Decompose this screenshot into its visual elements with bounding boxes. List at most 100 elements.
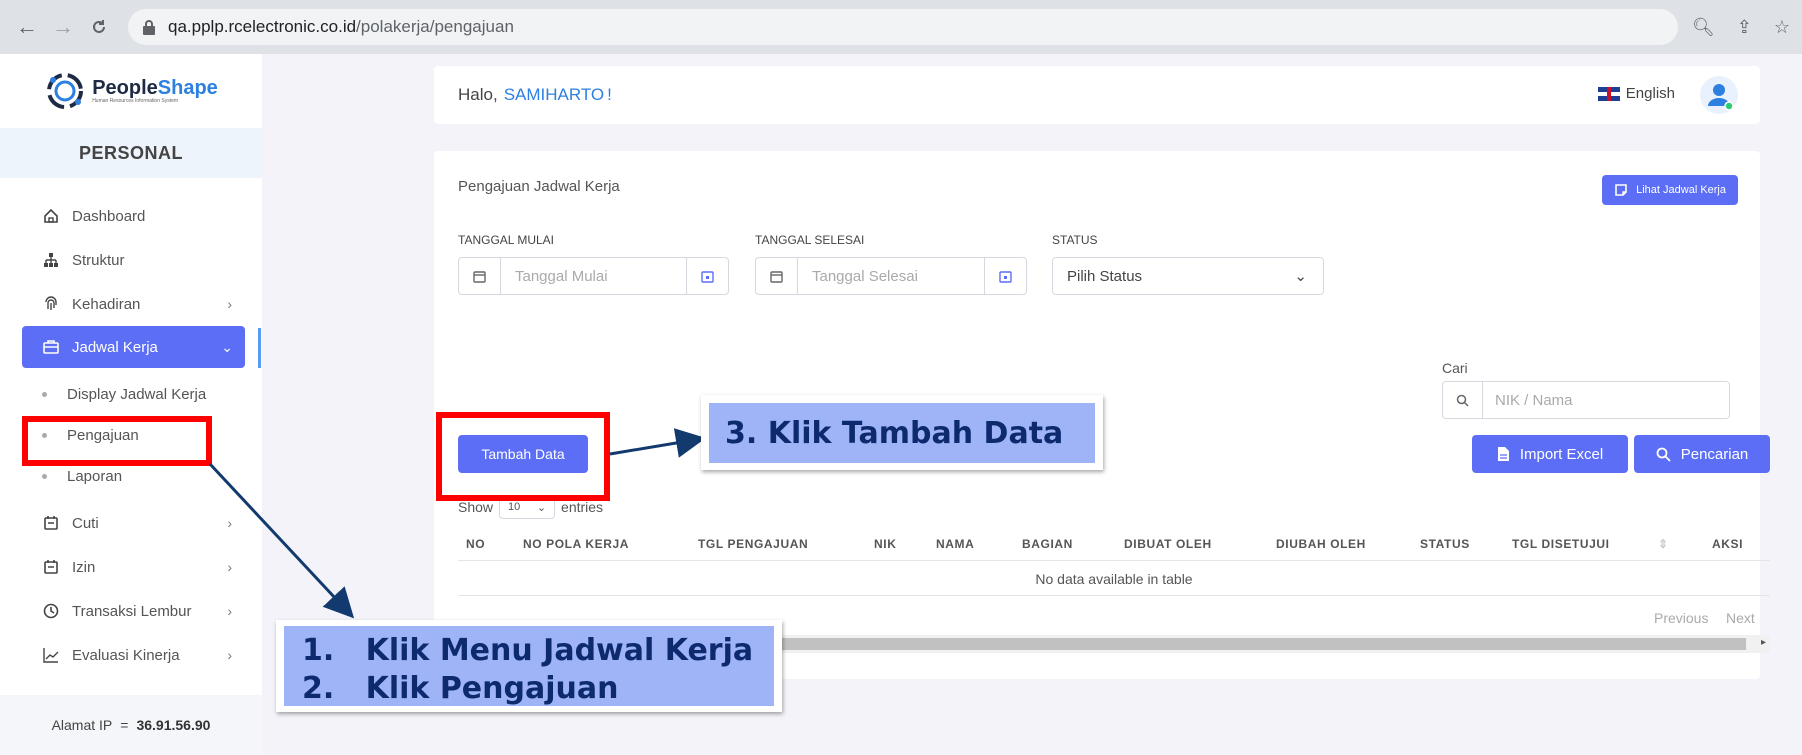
- ip-value: 36.91.56.90: [136, 717, 211, 733]
- calendar-picker-icon[interactable]: [686, 258, 728, 294]
- callout-steps-1-2-text: 1. Klik Menu Jadwal Kerja 2. Klik Pengaj…: [284, 626, 774, 706]
- entries-label: entries: [561, 499, 604, 515]
- column-header[interactable]: NO: [466, 537, 485, 551]
- logo-icon: [47, 73, 84, 109]
- scroll-right-icon[interactable]: ▸: [1761, 637, 1766, 648]
- card-title: Pengajuan Jadwal Kerja: [458, 178, 620, 195]
- sidebar-item-label: Jadwal Kerja: [72, 338, 158, 356]
- next-page-button[interactable]: Next: [1718, 603, 1763, 633]
- bookmark-star-icon[interactable]: ☆: [1774, 17, 1790, 38]
- end-date-field[interactable]: Tanggal Selesai: [755, 257, 1027, 295]
- ip-address: Alamat IP = 36.91.56.90: [0, 695, 262, 755]
- import-button-label: Import Excel: [1519, 445, 1604, 463]
- column-header[interactable]: NAMA: [936, 537, 974, 551]
- previous-page-button[interactable]: Previous: [1646, 603, 1716, 633]
- section-title: PERSONAL: [0, 128, 262, 178]
- callout-step-1: 1. Klik Menu Jadwal Kerja: [302, 633, 754, 668]
- search-placeholder: NIK / Nama: [1495, 391, 1573, 409]
- column-header[interactable]: TGL PENGAJUAN: [698, 537, 808, 551]
- sidebar-item-izin[interactable]: Izin ›: [0, 545, 262, 589]
- lihat-jadwal-kerja-button[interactable]: Lihat Jadwal Kerja: [1602, 175, 1738, 205]
- sidebar-item-kehadiran[interactable]: Kehadiran ›: [0, 282, 262, 326]
- status-label: STATUS: [1052, 233, 1098, 247]
- sidebar-item-transaksi-lembur[interactable]: Transaksi Lembur ›: [0, 589, 262, 633]
- header-bar: Halo, SAMIHARTO! English: [434, 66, 1760, 124]
- sidebar-item-label: Transaksi Lembur: [72, 602, 192, 620]
- sort-icon[interactable]: ⇕: [1658, 537, 1669, 551]
- zoom-icon[interactable]: 🔍︎: [1692, 17, 1715, 38]
- column-header[interactable]: NO POLA KERJA: [523, 537, 629, 551]
- sidebar-item-label: Evaluasi Kinerja: [72, 646, 180, 664]
- greeting: Halo,: [458, 85, 498, 104]
- sidebar-item-jadwal-kerja[interactable]: Jadwal Kerja ⌄: [22, 326, 245, 368]
- search-icon: [1443, 382, 1483, 418]
- pencarian-button[interactable]: Pencarian: [1634, 435, 1770, 473]
- sidebar-subitem-display-jadwal-kerja[interactable]: Display Jadwal Kerja: [0, 374, 262, 415]
- column-header[interactable]: TGL DISETUJUI: [1512, 537, 1610, 551]
- language-switch[interactable]: English: [1597, 85, 1675, 102]
- column-header[interactable]: STATUS: [1420, 537, 1470, 551]
- sidebar-item-struktur[interactable]: Struktur: [0, 238, 262, 282]
- column-header[interactable]: NIK: [874, 537, 896, 551]
- sidebar-item-label: Dashboard: [72, 207, 146, 225]
- show-label: Show: [458, 499, 494, 515]
- bullet-icon: [42, 392, 47, 397]
- end-date-label: TANGGAL SELESAI: [755, 233, 865, 247]
- status-select-value: Pilih Status: [1067, 267, 1143, 285]
- search-icon: [1656, 447, 1671, 462]
- column-header[interactable]: BAGIAN: [1022, 537, 1073, 551]
- calendar-icon: [40, 515, 62, 531]
- column-header[interactable]: AKSI: [1712, 537, 1743, 551]
- org-chart-icon: [40, 252, 62, 268]
- file-icon: [1497, 447, 1509, 461]
- sidebar-item-label: Cuti: [72, 514, 99, 532]
- user-name: SAMIHARTO: [503, 85, 605, 104]
- ip-separator: =: [120, 717, 129, 733]
- chevron-down-icon: ⌄: [221, 338, 233, 355]
- language-label: English: [1625, 85, 1675, 102]
- address-bar[interactable]: qa.pplp.rcelectronic.co.id/polakerja/pen…: [128, 9, 1678, 45]
- sidebar-scrollbar[interactable]: [258, 328, 261, 368]
- sidebar-item-dashboard[interactable]: Dashboard: [0, 194, 262, 238]
- briefcase-icon: [40, 339, 62, 355]
- column-header[interactable]: DIBUAT OLEH: [1124, 537, 1212, 551]
- calendar-icon: [756, 258, 798, 294]
- chevron-right-icon: ›: [227, 603, 232, 619]
- sidebar-item-evaluasi-kinerja[interactable]: Evaluasi Kinerja ›: [0, 633, 262, 677]
- chart-line-icon: [40, 647, 62, 663]
- sidebar-item-label: Izin: [72, 558, 96, 576]
- logo[interactable]: PeopleShape Human Resources Information …: [0, 54, 262, 128]
- empty-table-message: No data available in table: [458, 562, 1770, 596]
- chevron-right-icon: ›: [227, 559, 232, 575]
- chevron-down-icon: ⌄: [1294, 268, 1307, 285]
- share-icon[interactable]: ⇪: [1737, 17, 1752, 38]
- chevron-right-icon: ›: [227, 296, 232, 312]
- sidebar-item-cuti[interactable]: Cuti ›: [0, 501, 262, 545]
- callout-step-3: 3. Klik Tambah Data: [701, 395, 1103, 470]
- table-header: NO NO POLA KERJA TGL PENGAJUAN NIK NAMA …: [458, 525, 1770, 561]
- chevron-right-icon: ›: [227, 515, 232, 531]
- calendar-icon: [459, 258, 501, 294]
- column-header[interactable]: DIUBAH OLEH: [1276, 537, 1366, 551]
- start-date-label: TANGGAL MULAI: [458, 233, 555, 247]
- callout-steps-1-2: 1. Klik Menu Jadwal Kerja 2. Klik Pengaj…: [276, 620, 782, 712]
- forward-arrow-icon[interactable]: →: [48, 12, 78, 42]
- uk-flag-icon: [1597, 86, 1620, 101]
- sidebar-item-label: Kehadiran: [72, 295, 141, 313]
- status-select[interactable]: Pilih Status ⌄: [1052, 257, 1324, 295]
- search-input[interactable]: NIK / Nama: [1442, 381, 1730, 419]
- search-label: Cari: [1442, 360, 1468, 376]
- avatar[interactable]: [1700, 76, 1738, 114]
- sidebar-subitem-label: Laporan: [67, 468, 123, 485]
- ip-label: Alamat IP: [51, 717, 113, 733]
- start-date-field[interactable]: Tanggal Mulai: [458, 257, 729, 295]
- back-arrow-icon[interactable]: ←: [12, 12, 42, 42]
- note-icon: [1615, 184, 1627, 196]
- calendar-picker-icon[interactable]: [984, 258, 1026, 294]
- logo-text: PeopleShape: [92, 77, 218, 99]
- end-date-placeholder: Tanggal Selesai: [812, 267, 918, 285]
- greeting-suffix: !: [607, 85, 612, 104]
- import-excel-button[interactable]: Import Excel: [1472, 435, 1628, 473]
- bullet-icon: [42, 474, 47, 479]
- reload-icon[interactable]: [84, 12, 114, 42]
